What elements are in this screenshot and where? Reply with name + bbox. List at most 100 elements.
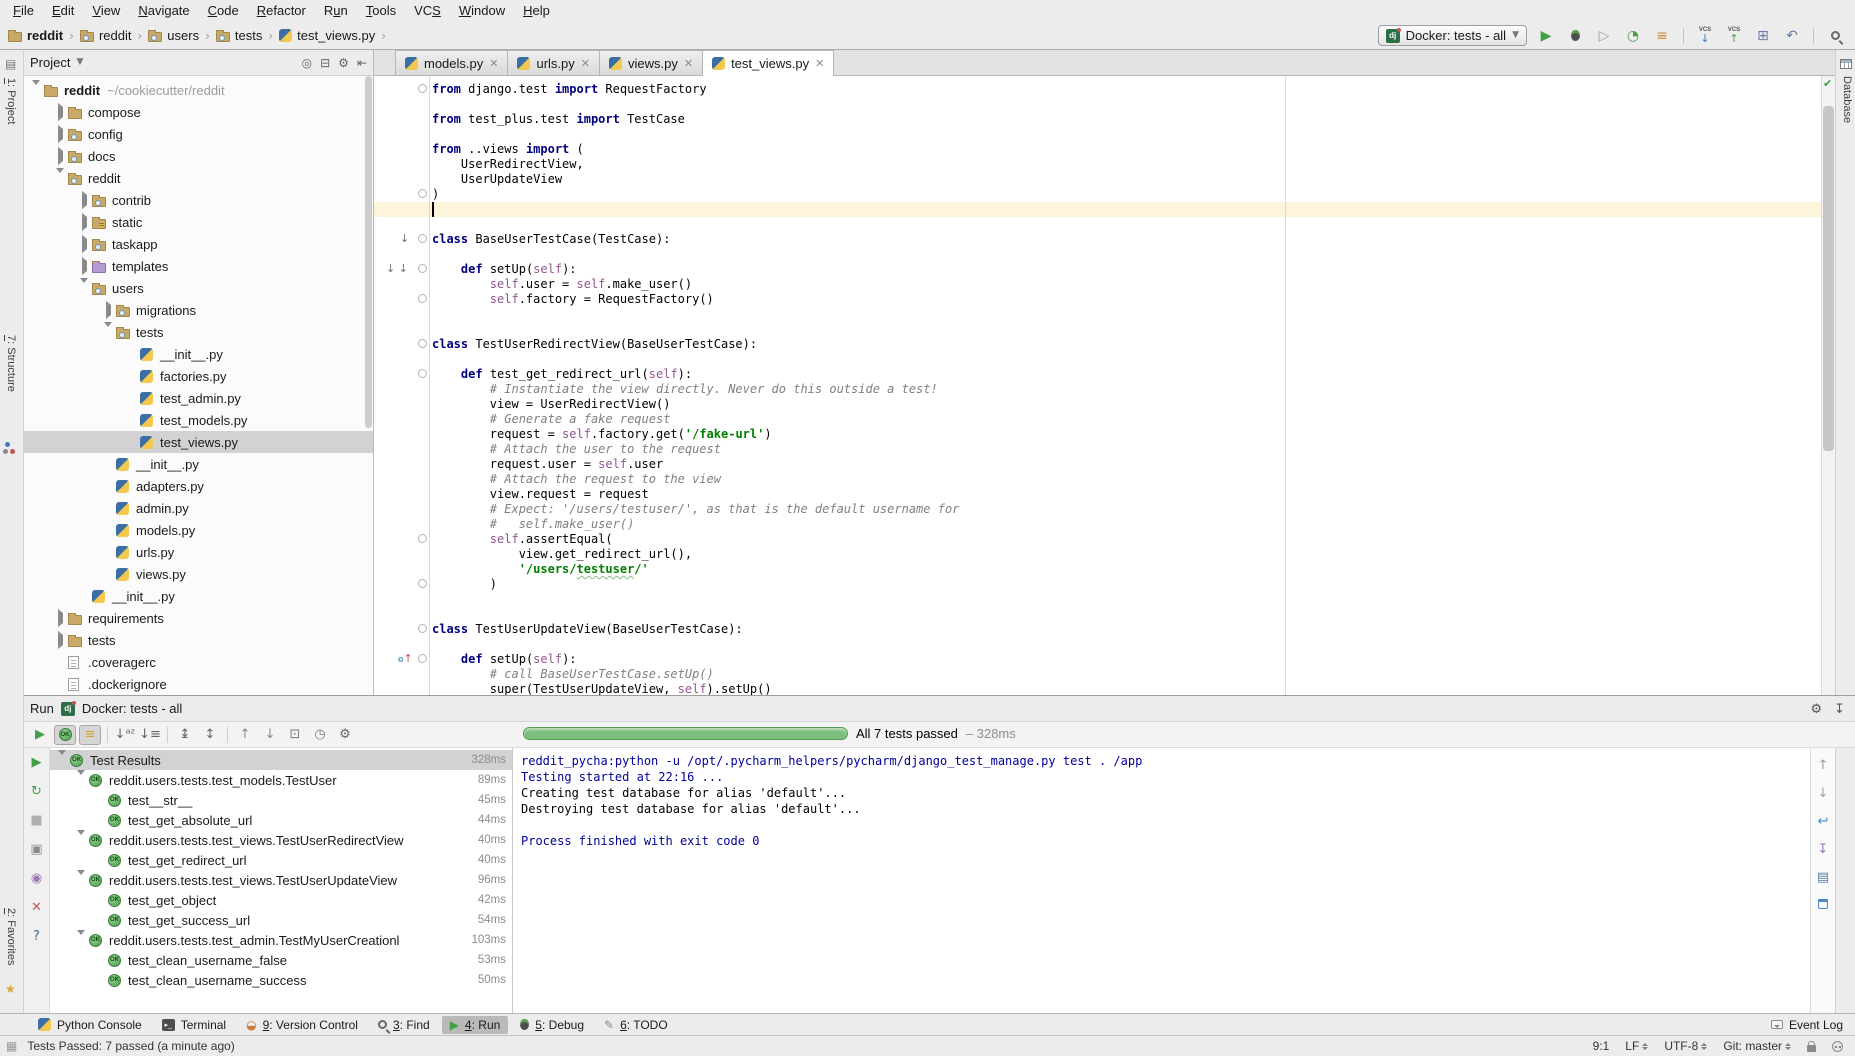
breadcrumb-item-test-views-py[interactable]: test_views.py (279, 28, 375, 43)
help-icon[interactable]: ? (33, 927, 40, 945)
tree-expand-arrow[interactable] (52, 129, 68, 139)
tree-collapse-arrow[interactable] (54, 755, 70, 765)
tree-item-migrations[interactable]: migrations (24, 299, 373, 321)
menu-item-edit[interactable]: Edit (43, 0, 83, 22)
tree-item-users[interactable]: users (24, 277, 373, 299)
test-node-test-get-absolute-url[interactable]: OKtest_get_absolute_url44ms (50, 810, 512, 830)
locate-icon[interactable]: ◎ (302, 55, 312, 70)
menu-item-run[interactable]: Run (315, 0, 357, 22)
database-tool-icon[interactable] (1840, 58, 1852, 72)
debug-icon[interactable] (1565, 26, 1585, 46)
tool-button-favorites[interactable]: 2: Favorites (5, 908, 17, 965)
tree-item-init-py[interactable]: __init__.py (24, 453, 373, 475)
subclassed-gutter-icon[interactable]: ↓ (400, 233, 409, 244)
soft-wrap-icon[interactable]: ↩ (1818, 812, 1829, 830)
test-node-reddit-users-tests-test-views-testuserupdateview[interactable]: OKreddit.users.tests.test_views.TestUser… (50, 870, 512, 890)
test-node-test-clean-username-false[interactable]: OKtest_clean_username_false53ms (50, 950, 512, 970)
tool-button-structure[interactable]: 7: Structure (5, 335, 17, 392)
run-console[interactable]: reddit_pycha:python -u /opt/.pycharm_hel… (513, 748, 1810, 1013)
show-passed-icon[interactable]: OK (54, 725, 76, 745)
test-node-test-clean-username-success[interactable]: OKtest_clean_username_success50ms (50, 970, 512, 990)
tree-expand-arrow[interactable] (52, 635, 68, 645)
menu-item-window[interactable]: Window (450, 0, 514, 22)
tab-close-icon[interactable]: ✕ (581, 58, 590, 69)
tree-item-views-py[interactable]: views.py (24, 563, 373, 585)
collapse-all-icon[interactable]: ↕ (199, 725, 221, 745)
tree-item-urls-py[interactable]: urls.py (24, 541, 373, 563)
fold-marker[interactable] (418, 234, 427, 243)
tree-item-admin-py[interactable]: admin.py (24, 497, 373, 519)
tool-button-project[interactable]: 1: Project (5, 78, 17, 124)
rerun-tests-icon[interactable]: ▶ (32, 753, 42, 771)
tree-expand-arrow[interactable] (52, 151, 68, 161)
clear-all-icon[interactable] (1818, 896, 1828, 914)
tree-item-tests[interactable]: tests (24, 321, 373, 343)
scrollbar-thumb[interactable] (1823, 106, 1834, 451)
tree-expand-arrow[interactable] (76, 261, 92, 271)
tree-item-factories-py[interactable]: factories.py (24, 365, 373, 387)
tree-item-reddit[interactable]: reddit~/cookiecutter/reddit (24, 79, 373, 101)
editor-tab-test-views-py[interactable]: test_views.py✕ (702, 50, 834, 76)
export-icon[interactable]: ⊡ (284, 725, 306, 745)
close-icon[interactable]: ✕ (31, 898, 42, 916)
fold-marker[interactable] (418, 84, 427, 93)
tree-item-test-admin-py[interactable]: test_admin.py (24, 387, 373, 409)
status-message[interactable]: Tests Passed: 7 passed (a minute ago) (27, 1039, 234, 1053)
tree-item-static[interactable]: static (24, 211, 373, 233)
profiler-icon[interactable]: ◔ (1623, 26, 1643, 46)
editor-tab-models-py[interactable]: models.py✕ (395, 50, 508, 75)
breadcrumb-item-tests[interactable]: tests (216, 28, 262, 43)
next-failed-icon[interactable]: ↓ (259, 725, 281, 745)
tree-item-contrib[interactable]: contrib (24, 189, 373, 211)
tree-item-templates[interactable]: templates (24, 255, 373, 277)
tree-expand-arrow[interactable] (52, 613, 68, 623)
menu-item-vcs[interactable]: VCS (405, 0, 450, 22)
inspections-ok-icon[interactable]: ✔ (1823, 78, 1832, 89)
fold-marker[interactable] (418, 654, 427, 663)
breadcrumb-item-users[interactable]: users (148, 28, 199, 43)
tab-close-icon[interactable]: ✕ (684, 58, 693, 69)
scroll-to-end-icon[interactable]: ↧ (1818, 840, 1829, 858)
restore-layout-icon[interactable]: ▣ (30, 840, 42, 858)
test-node-test-results[interactable]: OKTest Results328ms (50, 750, 512, 770)
fold-marker[interactable] (418, 579, 427, 588)
menu-item-navigate[interactable]: Navigate (129, 0, 198, 22)
event-log-button[interactable]: Event Log (1771, 1018, 1843, 1032)
tree-item-tests[interactable]: tests (24, 629, 373, 651)
fold-marker[interactable] (418, 339, 427, 348)
stop-icon[interactable]: ■ (30, 811, 42, 829)
tree-item-models-py[interactable]: models.py (24, 519, 373, 541)
toolwindow-python-console[interactable]: Python Console (30, 1016, 150, 1034)
scroll-up-icon[interactable]: ↑ (1818, 756, 1829, 774)
fold-marker[interactable] (418, 264, 427, 273)
fold-marker[interactable] (418, 534, 427, 543)
editor-tab-views-py[interactable]: views.py✕ (599, 50, 703, 75)
code-editor[interactable]: from django.test import RequestFactoryfr… (430, 76, 1821, 695)
lock-icon[interactable] (1807, 1045, 1816, 1052)
local-history-icon[interactable]: ⊞ (1753, 26, 1773, 46)
tree-item-test-models-py[interactable]: test_models.py (24, 409, 373, 431)
pin-icon[interactable]: ◉ (31, 869, 42, 887)
tool-button-database[interactable]: Database (1841, 76, 1853, 123)
tree-expand-arrow[interactable] (76, 239, 92, 249)
project-panel-title[interactable]: Project (30, 55, 70, 70)
test-node-reddit-users-tests-test-admin-testmyusercreationl[interactable]: OKreddit.users.tests.test_admin.TestMyUs… (50, 930, 512, 950)
vcs-branch-select[interactable]: Git: master (1723, 1039, 1791, 1053)
toolwindow-switcher-icon[interactable]: ▦ (6, 1040, 17, 1052)
scroll-down-icon[interactable]: ↓ (1818, 784, 1829, 802)
editor-gutter[interactable]: ↓↓ ↓o↑ (374, 76, 430, 695)
fold-marker[interactable] (418, 369, 427, 378)
fold-marker[interactable] (418, 624, 427, 633)
sort-alphabetically-icon[interactable]: ↓ᵃᶻ (114, 725, 136, 745)
fold-marker[interactable] (418, 189, 427, 198)
rerun-failed-icon[interactable]: ↻ (31, 782, 42, 800)
show-ignored-icon[interactable]: ≡ (79, 725, 101, 745)
favorites-star-icon[interactable]: ★ (5, 983, 16, 995)
rerun-icon[interactable]: ▶ (29, 725, 51, 745)
breadcrumb-item-reddit[interactable]: reddit (8, 28, 63, 43)
editor-tab-urls-py[interactable]: urls.py✕ (507, 50, 600, 75)
toolwindow-terminal[interactable]: ▸_Terminal (154, 1016, 234, 1034)
caret-position[interactable]: 9:1 (1593, 1039, 1610, 1053)
fold-marker[interactable] (418, 294, 427, 303)
line-ending-select[interactable]: LF (1625, 1039, 1648, 1053)
